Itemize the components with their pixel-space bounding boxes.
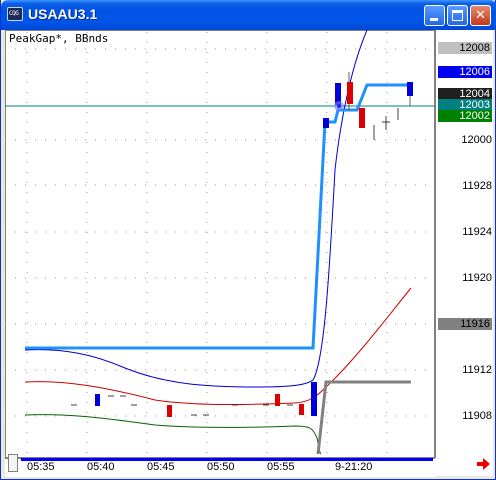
- indicator-label: PeakGap*, BBnds: [9, 32, 109, 45]
- app-icon-label: CQG: [9, 10, 19, 17]
- price-label-11924: 11924: [462, 226, 492, 238]
- time-label: 05:40: [87, 461, 115, 473]
- minimize-icon: [430, 18, 438, 21]
- close-icon: ✕: [475, 8, 486, 23]
- price-label-11920: 11920: [462, 272, 492, 284]
- minimize-button[interactable]: [424, 5, 445, 26]
- time-label: 05:55: [267, 461, 295, 473]
- price-label-12000: 12000: [461, 134, 492, 146]
- time-label: 05:35: [27, 461, 55, 473]
- app-icon[interactable]: CQG: [7, 7, 23, 21]
- scroll-right-arrow-icon[interactable]: [475, 456, 491, 472]
- price-label-11912: 11912: [462, 364, 492, 376]
- peak-line: [25, 83, 411, 350]
- price-chart[interactable]: [5, 30, 493, 476]
- gray-line: [316, 380, 411, 455]
- chart-window: CQG USAAU3.1 ✕ PeakGap*, BBnds 12008 120…: [0, 0, 496, 480]
- maximize-icon: [452, 10, 463, 21]
- plot-border: [5, 30, 435, 458]
- window-title: USAAU3.1: [28, 6, 98, 22]
- time-scroll-bar[interactable]: [21, 458, 433, 461]
- price-box-11916: 11916: [438, 318, 492, 330]
- price-box-12002: 12002: [438, 110, 492, 122]
- time-label: 05:45: [147, 461, 175, 473]
- maximize-button[interactable]: [447, 5, 468, 26]
- middle-band: [24, 287, 412, 406]
- time-label: 05:50: [207, 461, 235, 473]
- price-box-12008: 12008: [438, 42, 492, 54]
- price-box-12006: 12006: [438, 66, 492, 78]
- title-bar[interactable]: CQG USAAU3.1 ✕: [1, 0, 496, 30]
- scroll-handle[interactable]: [8, 454, 18, 472]
- bar-dashes: [71, 108, 399, 416]
- candles: [95, 72, 413, 417]
- time-label: 9-21:20: [335, 461, 373, 473]
- close-button[interactable]: ✕: [470, 5, 491, 26]
- chart-area[interactable]: PeakGap*, BBnds 12008 12006 12004 12003 …: [5, 30, 493, 477]
- price-label-11908: 11908: [462, 410, 492, 422]
- price-label-11928: 11928: [462, 180, 492, 192]
- cursor-dot: [337, 104, 341, 108]
- lower-band: [24, 414, 322, 455]
- grid: [5, 32, 435, 458]
- upper-band: [24, 30, 368, 388]
